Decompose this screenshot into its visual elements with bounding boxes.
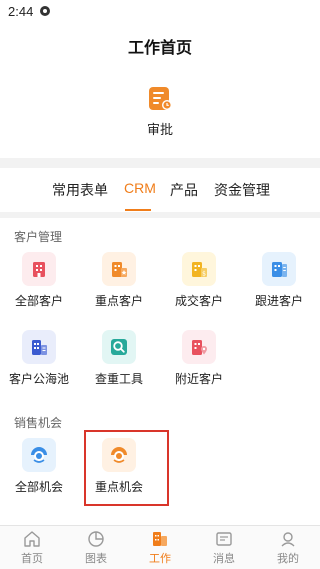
grid-item-key-customers[interactable]: 重点客户 [83, 252, 155, 309]
chart-icon [88, 531, 104, 547]
grid-item-nearby-customers[interactable]: 附近客户 [163, 330, 235, 387]
nav-work[interactable]: 工作 [128, 530, 192, 566]
grid-label: 全部机会 [14, 480, 63, 494]
tab-finance[interactable]: 资金管理 [214, 180, 270, 200]
nav-label: 首页 [21, 553, 43, 565]
nav-home[interactable]: 首页 [0, 530, 64, 566]
grid-label: 全部客户 [14, 294, 63, 308]
building-star-icon [102, 252, 136, 286]
building-location-icon [182, 330, 216, 364]
search-icon [102, 330, 136, 364]
grid-label: 重点客户 [94, 294, 143, 308]
grid-item-all-customers[interactable]: 全部客户 [3, 252, 75, 309]
grid-label: 附近客户 [174, 372, 223, 386]
building-money-icon: $ [182, 252, 216, 286]
approval-doc-icon [149, 87, 172, 110]
notification-icon [40, 6, 50, 16]
approval-label: 审批 [146, 122, 173, 137]
tab-bar: 常用表单 CRM 产品 资金管理 [0, 168, 320, 212]
nav-charts[interactable]: 图表 [64, 530, 128, 566]
building-pool-icon [22, 330, 56, 364]
bottom-nav: 首页 图表 工作 消息 我的 [0, 525, 320, 569]
divider [0, 158, 320, 168]
nav-messages[interactable]: 消息 [192, 530, 256, 566]
building-note-icon [262, 252, 296, 286]
section-title-opportunity: 销售机会 [14, 416, 63, 430]
grid-label: 客户公海池 [8, 372, 69, 386]
grid-label: 跟进客户 [254, 294, 303, 308]
grid-item-followup-customers[interactable]: 跟进客户 [243, 252, 315, 309]
grid-item-all-opportunities[interactable]: 全部机会 [3, 438, 75, 495]
active-tab-indicator [125, 209, 151, 211]
page-title: 工作首页 [127, 40, 192, 57]
grid-item-duplicate-check[interactable]: 查重工具 [83, 330, 155, 387]
nav-label: 消息 [213, 553, 235, 565]
grid-item-closed-customers[interactable]: $ 成交客户 [163, 252, 235, 309]
tab-common-forms[interactable]: 常用表单 [52, 180, 108, 200]
nav-label: 图表 [85, 553, 107, 565]
status-time: 2:44 [8, 4, 34, 19]
profile-icon [281, 532, 295, 547]
nav-label: 工作 [149, 553, 171, 565]
opportunity-icon [22, 438, 56, 472]
grid-label: 成交客户 [174, 294, 223, 308]
tab-products[interactable]: 产品 [170, 180, 198, 200]
status-bar: 2:44 [0, 0, 320, 24]
approval-button[interactable]: 审批 [140, 86, 180, 137]
work-icon [153, 532, 167, 546]
divider [0, 212, 320, 218]
highlight-annotation [84, 430, 169, 506]
grid-label: 查重工具 [94, 372, 143, 386]
home-icon [24, 531, 40, 547]
svg-text:$: $ [202, 271, 206, 278]
building-icon [22, 252, 56, 286]
message-icon [216, 532, 232, 546]
nav-profile[interactable]: 我的 [256, 530, 320, 566]
section-title-customer: 客户管理 [14, 230, 63, 244]
nav-label: 我的 [277, 553, 299, 565]
tab-crm[interactable]: CRM [124, 180, 156, 196]
grid-item-customer-pool[interactable]: 客户公海池 [3, 330, 75, 387]
